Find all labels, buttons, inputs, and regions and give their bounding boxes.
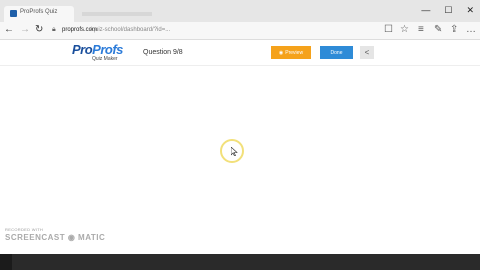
tab-placeholder xyxy=(82,12,152,16)
watermark-line2: SCREENCAST ◉ MATIC xyxy=(5,233,106,242)
browser-toolbar: ← → ↻ 🔒︎ proprofs.com /quiz-school/dashb… xyxy=(0,22,480,40)
done-button[interactable]: Done xyxy=(320,46,353,59)
address-bar[interactable]: 🔒︎ proprofs.com /quiz-school/dashboard/?… xyxy=(52,25,392,37)
browser-tab-strip: ProProfs Quiz — ☐ ✕ xyxy=(0,0,480,22)
logo-profs: Profs xyxy=(92,42,123,57)
window-controls: — ☐ ✕ xyxy=(421,4,474,16)
logo-wordmark: ProProfs xyxy=(72,43,123,56)
mouse-cursor-icon xyxy=(231,147,238,156)
tab-title: ProProfs Quiz xyxy=(20,9,58,15)
logo-subtitle: Quiz Maker xyxy=(92,56,118,62)
more-icon[interactable]: … xyxy=(466,24,476,36)
os-taskbar xyxy=(0,254,480,270)
question-counter: Question 9/8 xyxy=(143,49,183,56)
favorite-icon[interactable]: ☆ xyxy=(400,24,409,36)
forward-button[interactable]: → xyxy=(20,24,30,36)
hub-icon[interactable]: ≡ xyxy=(418,24,424,36)
logo-pro: Pro xyxy=(72,42,93,57)
screen: ProProfs Quiz — ☐ ✕ ← → ↻ 🔒︎ proprofs.co… xyxy=(0,0,480,270)
favicon-icon xyxy=(10,10,17,17)
screencast-watermark: RECORDED WITH SCREENCAST ◉ MATIC xyxy=(5,227,105,242)
back-button[interactable]: ← xyxy=(4,24,14,36)
close-button[interactable]: ✕ xyxy=(466,4,474,16)
app-header: ProProfs Quiz Maker Question 9/8 ◉ Previ… xyxy=(0,40,480,66)
preview-button[interactable]: ◉ Preview xyxy=(271,46,311,59)
web-note-icon[interactable]: ✎ xyxy=(434,24,442,36)
lock-icon: 🔒︎ xyxy=(52,26,56,33)
maximize-button[interactable]: ☐ xyxy=(444,4,452,16)
proprofs-logo[interactable]: ProProfs Quiz Maker xyxy=(72,43,123,62)
address-path: /quiz-school/dashboard/?id=... xyxy=(90,27,171,33)
browser-tab[interactable]: ProProfs Quiz xyxy=(4,6,74,22)
minimize-button[interactable]: — xyxy=(421,4,430,16)
reading-view-icon[interactable]: ☐ xyxy=(384,24,393,36)
eye-icon: ◉ xyxy=(278,49,284,56)
refresh-button[interactable]: ↻ xyxy=(35,24,43,36)
share-icon[interactable]: ⇪ xyxy=(450,24,458,36)
watermark-line1: RECORDED WITH xyxy=(5,227,44,232)
taskbar-start-area[interactable] xyxy=(0,254,12,270)
collapse-button[interactable]: < xyxy=(360,46,374,59)
preview-label: Preview xyxy=(285,49,304,56)
